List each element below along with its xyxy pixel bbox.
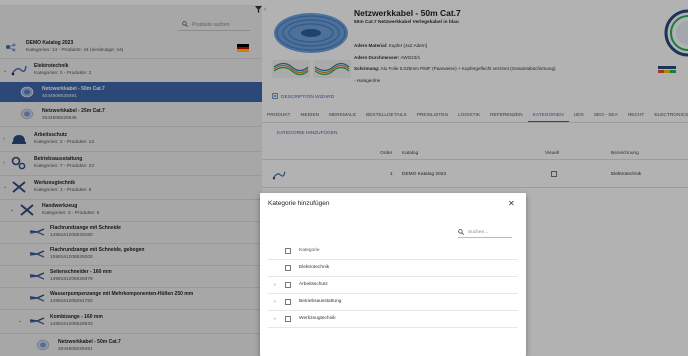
row-checkbox[interactable] [285,299,291,305]
close-icon[interactable]: ✕ [508,199,515,208]
search-placeholder: Suchen... [468,230,489,235]
dialog-list-header: Kategorie [268,243,518,260]
row-checkbox[interactable] [285,316,291,322]
chevron-right-icon[interactable]: › [274,316,276,322]
row-label: Betriebsausstattung [299,299,342,304]
dialog-title: Kategorie hinzufügen [268,200,330,207]
chevron-right-icon[interactable]: › [274,282,276,288]
select-all-checkbox[interactable] [285,248,291,254]
row-checkbox[interactable] [285,282,291,288]
row-label: Arbeitsschutz [299,282,328,287]
dialog-row-betriebsausstattung[interactable]: › Betriebsausstattung [268,294,518,311]
row-label: Werkzeugtechnik [299,316,336,321]
dialog-row-arbeitsschutz[interactable]: › Arbeitsschutz [268,277,518,294]
row-checkbox[interactable] [285,265,291,271]
row-label: Elektrotechnik [299,265,330,270]
dialog-search-input[interactable]: Suchen... [458,228,512,238]
search-icon [458,228,464,237]
header-label: Kategorie [299,248,320,253]
dialog-row-elektrotechnik[interactable]: Elektrotechnik [268,260,518,277]
add-category-dialog: Kategorie hinzufügen ✕ Suchen... Kategor… [260,193,526,356]
chevron-right-icon[interactable]: › [274,299,276,305]
dialog-row-werkzeugtechnik[interactable]: › Werkzeugtechnik [268,311,518,328]
